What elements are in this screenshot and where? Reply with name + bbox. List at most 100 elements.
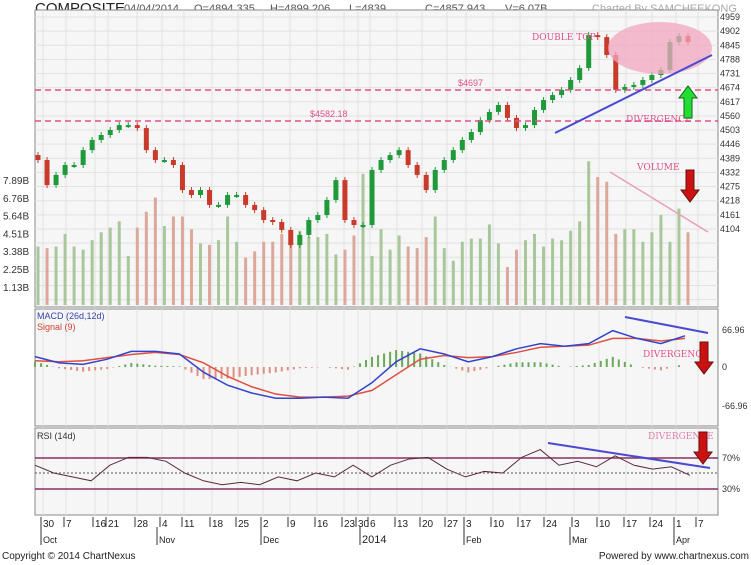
price-tick-label: 4845: [720, 40, 740, 50]
volume-bar: [632, 229, 636, 305]
date-tick-label: 7: [66, 519, 72, 530]
candle-body: [523, 125, 528, 129]
volume-bar: [370, 256, 374, 305]
volume-bar: [99, 232, 103, 305]
volume-bar: [226, 216, 230, 305]
candle-body: [351, 220, 357, 225]
date-tick-label: 17: [626, 519, 638, 530]
volume-bar: [487, 224, 491, 305]
candle-body: [125, 125, 131, 128]
candle-body: [405, 150, 411, 165]
volume-bar: [208, 244, 212, 305]
volume-bar: [54, 246, 58, 305]
volume-bar: [126, 256, 130, 305]
candle-body: [486, 111, 492, 121]
date-tick-label: 3: [574, 519, 580, 530]
volume-tick-label: 5.64B: [3, 212, 29, 223]
date-tick-label: 25: [238, 519, 250, 530]
candle-body: [631, 84, 637, 87]
candle-body: [324, 199, 330, 216]
volume-tick-label: 7.89B: [3, 176, 29, 187]
rsi-tick-label: 70%: [722, 453, 740, 463]
volume-bar: [180, 216, 184, 305]
volume-bar: [63, 233, 67, 305]
rsi-tick-label: 30%: [722, 484, 740, 494]
date-tick-label: 24: [546, 519, 558, 530]
candle-body: [243, 194, 249, 205]
price-tick-label: 4389: [720, 153, 740, 163]
volume-bar: [108, 227, 112, 305]
macd-tick-label: 66.96: [722, 325, 745, 335]
candle-body: [35, 155, 41, 161]
volume-bar: [505, 267, 509, 305]
candle-body: [342, 180, 348, 221]
candle-body: [504, 105, 510, 118]
double-top-label: DOUBLE TOP: [532, 33, 596, 43]
volume-bar: [36, 246, 40, 305]
date-tick-label: 10: [599, 519, 611, 530]
volume-bar: [171, 216, 175, 305]
date-tick-label: 20: [422, 519, 434, 530]
price-tick-label: 4104: [720, 224, 740, 234]
price-tick-label: 4560: [720, 111, 740, 121]
volume-bar: [442, 248, 446, 305]
candle-body: [62, 164, 68, 175]
volume-bar: [280, 233, 284, 305]
volume-bar: [596, 177, 600, 305]
macd-tick-label: 0: [722, 362, 727, 372]
volume-bar: [135, 227, 139, 305]
date-tick-label: 28: [137, 519, 149, 530]
volume-bar: [352, 235, 356, 305]
volume-tick-label: 6.76B: [3, 194, 29, 205]
copyright: Copyright © 2014 ChartNexus: [2, 551, 136, 562]
volume-bar: [343, 249, 347, 305]
candle-body: [297, 234, 303, 246]
date-tick-label: 6: [370, 519, 376, 530]
candle-body: [270, 220, 276, 223]
volume-label: VOLUME: [636, 163, 680, 173]
candle-body: [550, 95, 556, 101]
price-tick-label: 4275: [720, 182, 740, 192]
price-tick-label: 4674: [720, 83, 740, 93]
price-tick-label: 4788: [720, 54, 740, 64]
volume-bar: [524, 240, 527, 305]
date-tick-label: 3: [466, 519, 472, 530]
volume-bar: [361, 173, 365, 305]
volume-tick-label: 1.13B: [3, 283, 29, 294]
candle-body: [279, 222, 285, 230]
month-label: Mar: [572, 535, 588, 545]
volume-bar: [406, 246, 410, 305]
stock-chart: COMPOSITE 04/04/2014 O=4894.335 H=4899.2…: [0, 0, 751, 565]
candle-body: [216, 204, 222, 207]
price-tick-label: 4446: [720, 139, 740, 149]
candle-body: [378, 160, 384, 170]
volume-bar: [514, 249, 518, 305]
volume-bar: [641, 241, 645, 305]
candle-body: [568, 79, 574, 90]
chart-canvas: 4959490248454788473146744617456045034446…: [3, 9, 748, 546]
level-label-4582: $4582.18: [310, 109, 348, 119]
month-label: Apr: [676, 535, 690, 545]
candle-body: [432, 169, 438, 191]
candle-body: [450, 150, 456, 161]
date-tick-label: 24: [652, 519, 664, 530]
powered-by-link[interactable]: Powered by www.chartnexus.com: [599, 551, 749, 562]
date-tick-label: 10: [493, 519, 505, 530]
volume-bar: [569, 230, 573, 305]
volume-bar: [316, 237, 320, 305]
rsi-legend: RSI (14d): [37, 431, 76, 441]
date-tick-label: 7: [698, 519, 704, 530]
date-tick-label: 2: [263, 519, 269, 530]
volume-bar: [686, 232, 690, 305]
candle-body: [306, 220, 312, 235]
volume-bar: [217, 240, 221, 305]
volume-tick-label: 3.38B: [3, 247, 29, 258]
candle-body: [80, 150, 86, 165]
month-label: Feb: [466, 535, 482, 545]
volume-bar: [533, 233, 537, 305]
volume-bar: [379, 229, 383, 305]
volume-bar: [162, 226, 166, 305]
candle-body: [89, 139, 95, 151]
date-tick-label: 18: [212, 519, 224, 530]
candle-body: [541, 100, 547, 110]
